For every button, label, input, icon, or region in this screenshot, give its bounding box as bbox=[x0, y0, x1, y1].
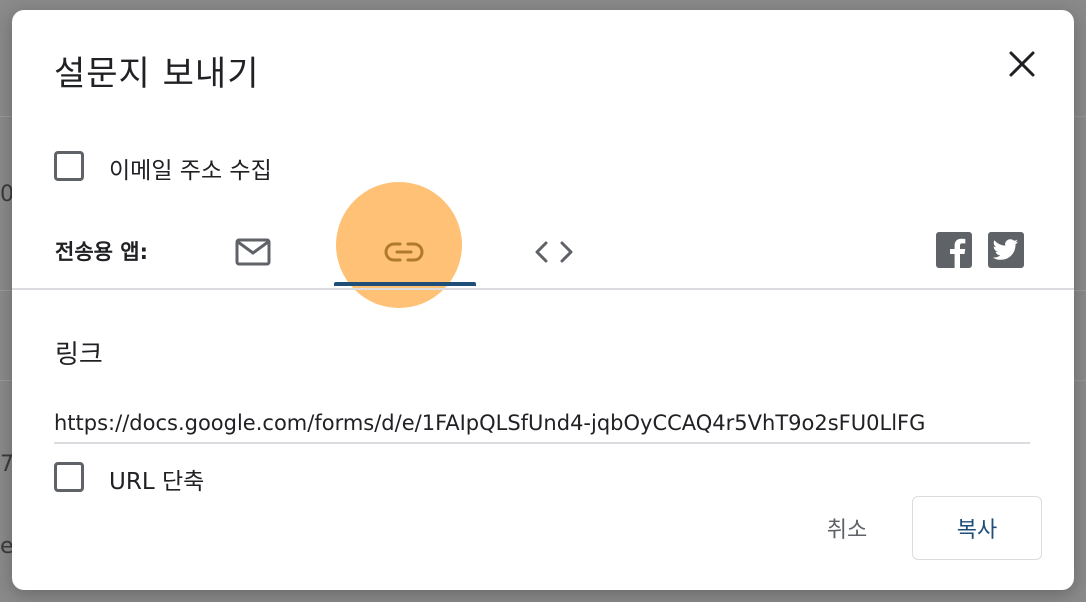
copy-button[interactable]: 복사 bbox=[912, 496, 1042, 560]
twitter-icon bbox=[993, 239, 1018, 260]
tabs-divider bbox=[12, 288, 1074, 290]
facebook-icon bbox=[950, 238, 966, 268]
tab-email[interactable] bbox=[212, 214, 294, 290]
collect-email-checkbox[interactable] bbox=[54, 151, 84, 181]
cancel-button[interactable]: 취소 bbox=[802, 506, 892, 550]
send-via-label: 전송용 앱: bbox=[55, 240, 148, 264]
dialog-title: 설문지 보내기 bbox=[54, 54, 260, 94]
share-facebook-button[interactable] bbox=[936, 232, 972, 268]
background-text-fragment: 7 bbox=[0, 452, 12, 477]
shorten-url-label: URL 단축 bbox=[109, 469, 205, 495]
send-form-dialog: 설문지 보내기 이메일 주소 수집 전송용 앱: 링크 https://docs… bbox=[12, 10, 1074, 590]
background-text-fragment: 0 bbox=[0, 182, 12, 207]
code-icon bbox=[535, 241, 573, 263]
form-link-input[interactable] bbox=[54, 404, 1030, 444]
tab-embed[interactable] bbox=[512, 214, 596, 290]
selected-tab-indicator bbox=[334, 282, 476, 286]
link-icon bbox=[384, 242, 424, 262]
share-twitter-button[interactable] bbox=[988, 232, 1024, 268]
link-section-heading: 링크 bbox=[55, 340, 103, 370]
mail-icon bbox=[235, 238, 271, 266]
shorten-url-checkbox[interactable] bbox=[54, 462, 84, 492]
background-text-fragment: e bbox=[0, 534, 12, 559]
close-icon bbox=[1009, 51, 1035, 77]
collect-email-label: 이메일 주소 수집 bbox=[109, 158, 272, 184]
close-button[interactable] bbox=[1000, 42, 1044, 86]
tab-link[interactable] bbox=[344, 214, 464, 290]
